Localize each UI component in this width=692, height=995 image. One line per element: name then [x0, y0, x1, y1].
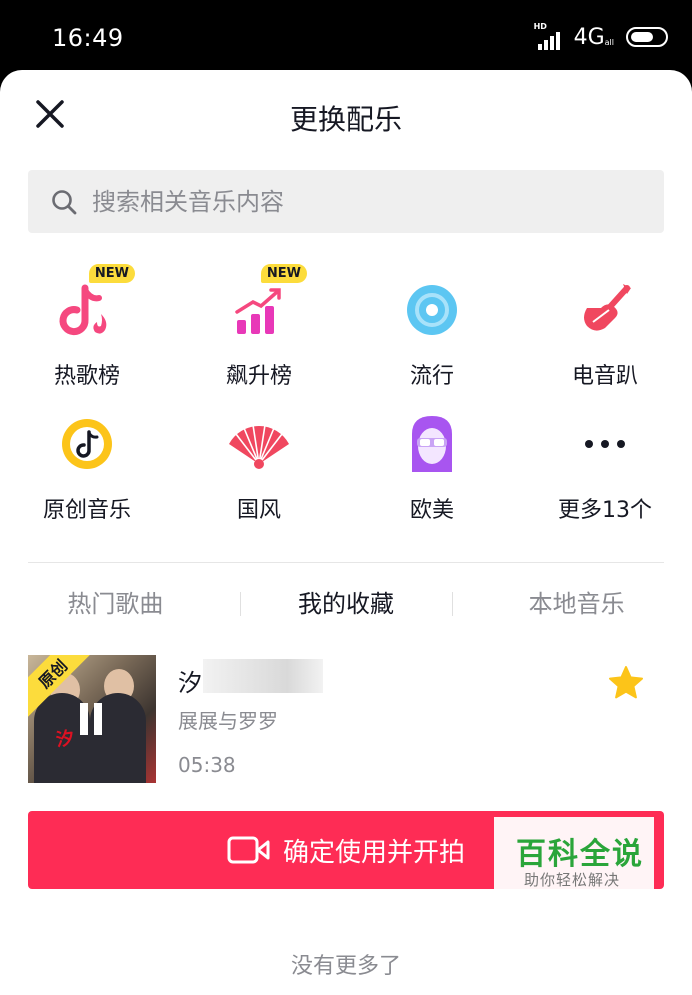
hd-label: HD	[533, 22, 547, 31]
category-label: 热歌榜	[53, 364, 120, 389]
category-hot-chart[interactable]: NEW 热歌榜	[12, 264, 162, 390]
song-duration: 05:38	[178, 753, 236, 777]
category-pop[interactable]: 流行	[357, 270, 507, 390]
tab-local-music[interactable]: 本地音乐	[461, 582, 692, 626]
tab-separator	[452, 592, 453, 616]
no-more-text: 没有更多了	[290, 954, 401, 979]
cover-text: 汐	[54, 727, 76, 752]
status-time: 16:49	[52, 24, 124, 52]
tab-hot-songs[interactable]: 热门歌曲	[0, 582, 231, 626]
search-icon	[52, 189, 77, 214]
title-redaction	[203, 659, 323, 693]
watermark-sub: 助你轻松解决	[524, 871, 621, 889]
section-divider	[28, 562, 664, 563]
category-label: 欧美	[409, 498, 454, 523]
more-dots-icon	[585, 440, 625, 448]
category-original[interactable]: 原创音乐	[12, 404, 162, 524]
watermark-main: 百科全说	[516, 837, 644, 872]
tab-my-favorites[interactable]: 我的收藏	[231, 582, 462, 626]
category-edm[interactable]: 电音趴	[530, 270, 680, 390]
original-music-icon	[62, 419, 112, 469]
rising-chart-icon	[235, 288, 281, 334]
song-title: 汐	[178, 669, 202, 697]
confirm-label: 确定使用并开拍	[282, 837, 465, 868]
category-more[interactable]: 更多13个	[530, 404, 680, 524]
network-sub: all	[604, 37, 614, 47]
battery-icon	[626, 27, 668, 47]
folding-fan-icon	[229, 424, 289, 469]
page-title: 更换配乐	[289, 103, 402, 136]
watermark-logo: 百科全说 助你轻松解决	[494, 817, 654, 901]
signal-icon: HD	[533, 22, 568, 50]
video-camera-icon	[227, 836, 270, 864]
pause-icon[interactable]	[78, 703, 106, 735]
category-label: 流行	[409, 364, 454, 389]
star-icon[interactable]	[608, 665, 644, 701]
category-chinese-style[interactable]: 国风	[184, 404, 334, 524]
song-artist: 展展与罗罗	[178, 709, 278, 733]
status-indicators: HD 4G all	[533, 22, 668, 50]
new-badge: NEW	[260, 264, 307, 283]
tab-separator	[240, 592, 241, 616]
category-label: 电音趴	[571, 364, 638, 389]
category-western[interactable]: 欧美	[357, 404, 507, 524]
new-badge: NEW	[88, 264, 135, 283]
western-face-icon	[412, 416, 452, 472]
category-rising-chart[interactable]: NEW 飙升榜	[184, 264, 334, 390]
category-label: 更多13个	[558, 498, 652, 523]
status-bar: 16:49 HD 4G all	[0, 0, 692, 80]
song-cover[interactable]: 汐 原创	[28, 655, 156, 783]
vinyl-disc-icon	[407, 285, 457, 335]
network-type: 4G	[573, 24, 605, 50]
category-label: 原创音乐	[42, 498, 131, 523]
search-input[interactable]	[92, 187, 612, 216]
song-list-item[interactable]: 汐 原创 汐 展展与罗罗 05:38	[28, 655, 664, 783]
music-tabs: 热门歌曲 我的收藏 本地音乐	[0, 582, 692, 626]
category-label: 国风	[236, 498, 281, 523]
search-bar[interactable]	[28, 170, 664, 233]
hot-chart-icon	[59, 284, 107, 336]
electric-guitar-icon	[584, 284, 631, 331]
category-label: 飙升榜	[225, 364, 292, 389]
